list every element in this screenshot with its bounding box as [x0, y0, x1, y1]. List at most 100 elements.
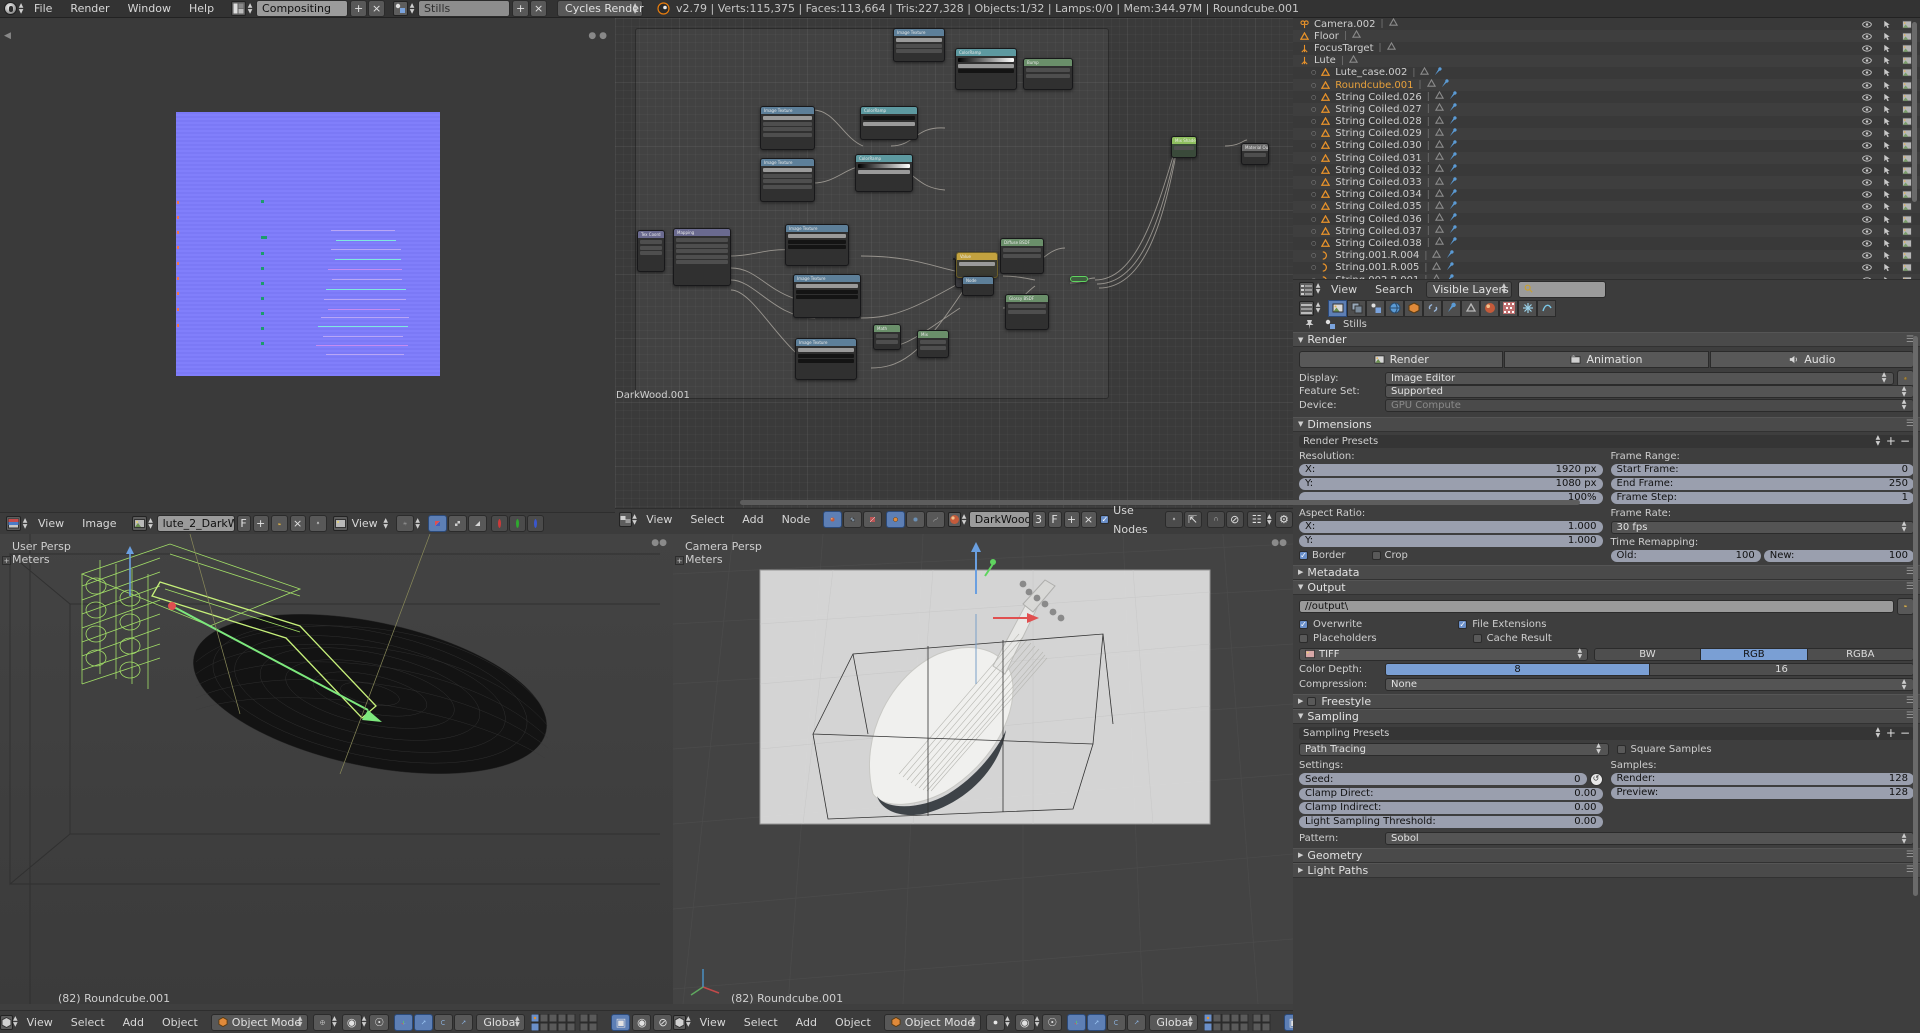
display-channels-alpha-icon[interactable]	[448, 515, 467, 532]
tab-scene[interactable]	[1366, 300, 1385, 317]
output-path-field[interactable]: //output\	[1299, 600, 1894, 613]
shader-type-object-icon[interactable]	[823, 511, 842, 528]
outliner-expand-icon[interactable]: ○	[1311, 82, 1316, 89]
proportional-edit-left-icon[interactable]: ☉	[369, 1014, 389, 1031]
aspect-x-field[interactable]: X: 1.000	[1299, 521, 1603, 533]
image-view-mode-chevron-icon[interactable]: ▲▼	[382, 516, 390, 531]
outliner-expand-icon[interactable]: ○	[1311, 118, 1316, 125]
restrict-view-icon[interactable]	[1862, 251, 1872, 261]
object-data-icon[interactable]	[1427, 79, 1436, 91]
blender-logo-icon[interactable]	[4, 2, 17, 15]
restrict-view-icon[interactable]	[1862, 226, 1872, 236]
node-math[interactable]: Math	[873, 324, 901, 350]
modifier-icon[interactable]	[1449, 116, 1458, 128]
render-audio-button[interactable]: Audio	[1710, 351, 1914, 368]
modifier-icon[interactable]	[1441, 79, 1450, 91]
restrict-render-icon[interactable]	[1902, 68, 1912, 78]
color-depth-segmented[interactable]: 8 16	[1385, 663, 1914, 676]
add-render-preset-button[interactable]: +	[1886, 434, 1896, 448]
line-style-icon[interactable]	[926, 511, 945, 528]
modifier-icon[interactable]	[1449, 91, 1458, 103]
pivot-point-icon[interactable]: ◉	[342, 1014, 362, 1031]
node-image-texture-4[interactable]: Image Texture	[785, 224, 849, 266]
tab-render-layers[interactable]	[1347, 300, 1366, 317]
restrict-render-icon[interactable]	[1902, 80, 1912, 90]
viewport-shading-right-chevron-icon[interactable]: ▲▼	[1005, 1015, 1010, 1030]
restrict-select-icon[interactable]	[1882, 190, 1892, 200]
restrict-select-icon[interactable]	[1882, 129, 1892, 139]
node-image-texture[interactable]: Image Texture	[893, 28, 945, 62]
crop-checkbox[interactable]	[1372, 551, 1381, 560]
material-name-field[interactable]: DarkWood.001	[969, 511, 1030, 528]
restrict-render-icon[interactable]	[1902, 129, 1912, 139]
modifier-icon[interactable]	[1446, 250, 1455, 262]
image-menu-image[interactable]: Image	[73, 514, 125, 533]
object-data-icon[interactable]	[1435, 164, 1444, 176]
outliner-row[interactable]: ○String Coiled.035|	[1293, 201, 1920, 213]
editor-type-chevron-icon[interactable]: ▲▼	[17, 1, 25, 16]
seed-field[interactable]: Seed: 0	[1299, 773, 1587, 785]
outliner-type-icon[interactable]	[1299, 282, 1314, 297]
restrict-render-icon[interactable]	[1902, 31, 1912, 41]
modifier-icon[interactable]	[1449, 237, 1458, 249]
tab-object[interactable]	[1404, 300, 1423, 317]
transform-orientation-dropdown[interactable]: Global ▲▼	[476, 1014, 525, 1031]
restrict-render-icon[interactable]	[1902, 117, 1912, 127]
restrict-render-icon[interactable]	[1902, 190, 1912, 200]
browse-image-chevron-icon[interactable]: ▲▼	[147, 516, 155, 531]
outliner-expand-icon[interactable]: ○	[1311, 228, 1316, 235]
object-data-icon[interactable]	[1435, 91, 1444, 103]
image-fake-user-button[interactable]: F	[237, 515, 251, 532]
menu-help[interactable]: Help	[180, 0, 223, 18]
browse-image-icon[interactable]	[132, 516, 147, 531]
outliner-pane[interactable]: Camera.002|Floor|FocusTarget|Lute|○Lute_…	[1293, 18, 1920, 298]
node-diffuse-bsdf[interactable]: Diffuse BSDF	[1000, 238, 1044, 274]
restrict-select-icon[interactable]	[1882, 238, 1892, 248]
menu-window[interactable]: Window	[119, 0, 180, 18]
viewport-left-menu-object[interactable]: Object	[153, 1013, 207, 1032]
outliner-row[interactable]: ○String Coiled.032|	[1293, 164, 1920, 176]
object-shading-icon[interactable]	[886, 511, 905, 528]
time-remap-old-field[interactable]: Old: 100	[1611, 550, 1761, 562]
tab-render[interactable]	[1328, 300, 1347, 317]
viewport-right-menu-object[interactable]: Object	[826, 1013, 880, 1032]
transform-orientation-dropdown-right[interactable]: Global ▲▼	[1149, 1014, 1198, 1031]
file-extensions-checkbox[interactable]: ✓	[1458, 620, 1467, 629]
restrict-render-icon[interactable]	[1902, 251, 1912, 261]
pattern-dropdown[interactable]: Sobol ▲▼	[1385, 832, 1914, 845]
outliner-row[interactable]: ○String Coiled.028|	[1293, 116, 1920, 128]
freestyle-checkbox[interactable]	[1307, 697, 1316, 706]
node-reroute[interactable]	[1070, 276, 1088, 282]
pin-id-icon[interactable]	[1301, 317, 1317, 333]
restrict-render-icon[interactable]	[1902, 263, 1912, 273]
scene-layers-grid[interactable]	[531, 1014, 605, 1031]
panel-geometry-header[interactable]: ▶ Geometry ☰	[1293, 848, 1920, 863]
panel-output-header[interactable]: ▼ Output ☰	[1293, 580, 1920, 595]
node-image-texture-5[interactable]: Image Texture	[793, 274, 861, 318]
outliner-type-chevron-icon[interactable]: ▲▼	[1314, 282, 1322, 297]
outliner-expand-icon[interactable]: ○	[1311, 264, 1316, 271]
object-data-icon[interactable]	[1352, 30, 1361, 42]
outliner-menu-view[interactable]: View	[1322, 280, 1366, 299]
resolution-y-field[interactable]: Y: 1080 px	[1299, 478, 1603, 490]
node-reroute-group[interactable]: Node	[962, 276, 994, 296]
restrict-select-icon[interactable]	[1882, 43, 1892, 53]
outliner-expand-icon[interactable]: ○	[1311, 240, 1316, 247]
node-texture-coordinate[interactable]: Tex Coord	[637, 230, 665, 272]
node-image-texture-3[interactable]: Image Texture	[760, 158, 815, 202]
browse-material-icon[interactable]	[948, 512, 961, 527]
pivot-right-chevron-icon[interactable]: ▲▼	[1035, 1015, 1040, 1030]
object-data-icon[interactable]	[1435, 189, 1444, 201]
modifier-icon[interactable]	[1434, 67, 1443, 79]
modifier-icon[interactable]	[1449, 140, 1458, 152]
clamp-direct-field[interactable]: Clamp Direct: 0.00	[1299, 788, 1603, 800]
restrict-view-icon[interactable]	[1862, 190, 1872, 200]
viewport-left-menu-view[interactable]: View	[18, 1013, 62, 1032]
screen-layout-chevron-icon[interactable]: ▲▼	[246, 1, 254, 16]
display-channels-color-icon[interactable]	[428, 515, 447, 532]
render-animation-button[interactable]: Animation	[1504, 351, 1708, 368]
restrict-view-icon[interactable]	[1862, 31, 1872, 41]
restrict-view-icon[interactable]	[1862, 214, 1872, 224]
use-nodes-checkbox[interactable]: ✓	[1100, 515, 1109, 524]
add-sampling-preset-button[interactable]: +	[1886, 726, 1896, 740]
